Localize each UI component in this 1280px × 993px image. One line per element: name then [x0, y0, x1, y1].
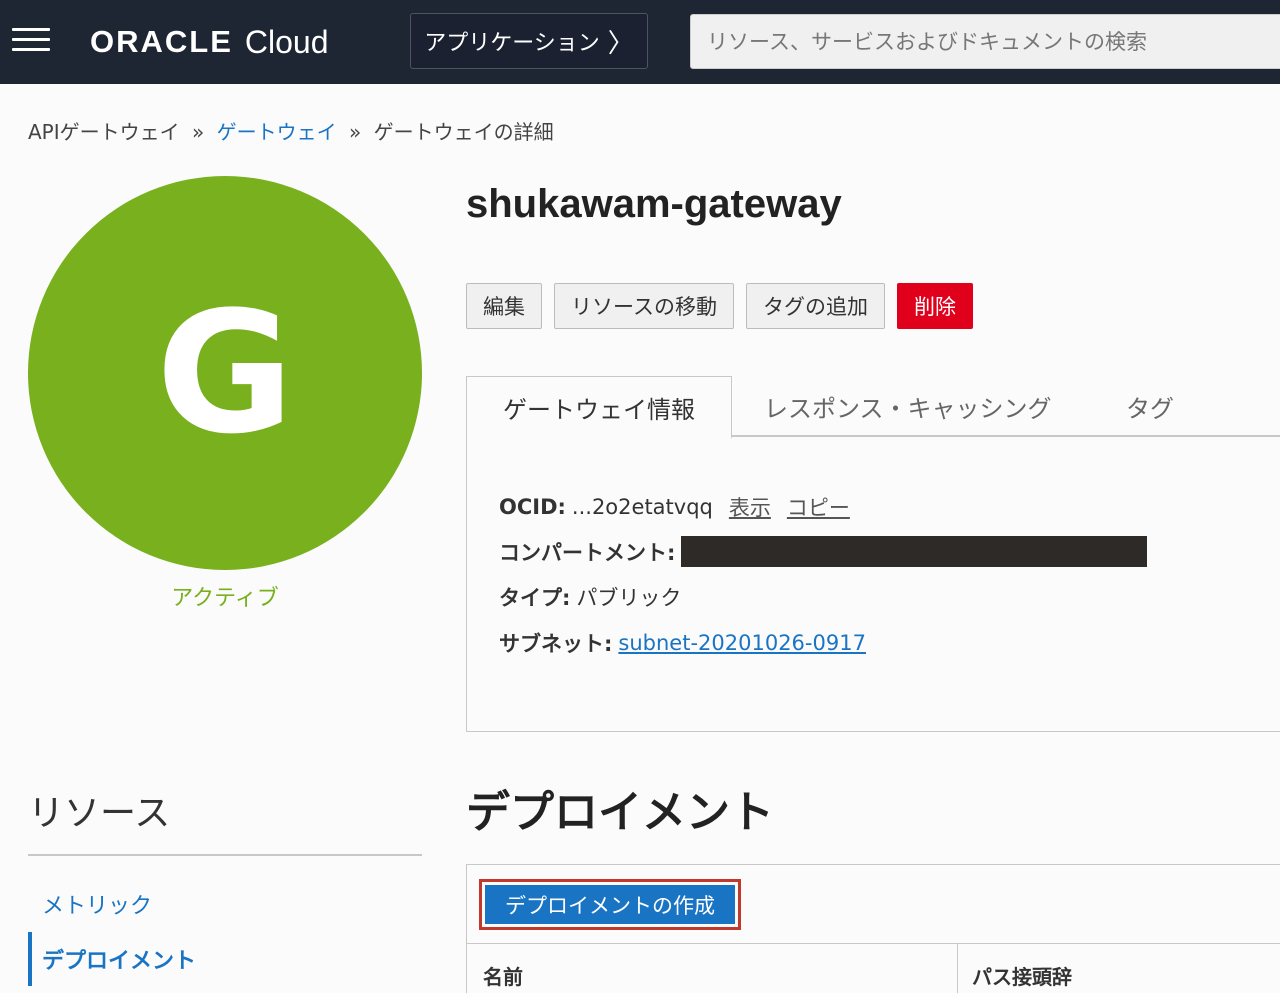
breadcrumb-item-gateway-details: ゲートウェイの詳細 [373, 120, 554, 144]
create-deployment-button[interactable]: デプロイメントの作成 [485, 885, 735, 924]
status-badge: アクティブ [171, 586, 279, 611]
sidebar-item-deployments[interactable]: デプロイメント [42, 943, 196, 975]
logo-cloud-text: Cloud [244, 23, 329, 60]
logo-oracle-text: ORACLE [90, 24, 233, 59]
type-value: パブリック [576, 586, 682, 610]
copy-ocid-link[interactable]: コピー [787, 492, 850, 522]
ocid-row: OCID: ...2o2etatvqq 表示 コピー [499, 492, 850, 522]
avatar-letter: G [156, 275, 294, 471]
applications-button[interactable]: アプリケーション 〉 [410, 13, 648, 69]
breadcrumb-separator: » [348, 120, 362, 144]
gateway-info-panel: OCID: ...2o2etatvqq 表示 コピー コンパートメント: タイプ… [466, 436, 1280, 732]
subnet-label: サブネット: [499, 632, 613, 656]
move-resource-button[interactable]: リソースの移動 [554, 283, 734, 329]
tab-gateway-info[interactable]: ゲートウェイ情報 [466, 376, 732, 439]
applications-label: アプリケーション [424, 31, 600, 56]
type-row: タイプ: パブリック [499, 582, 681, 612]
delete-button[interactable]: 削除 [896, 283, 973, 329]
resource-avatar: G [28, 176, 422, 570]
details-tabs: ゲートウェイ情報 レスポンス・キャッシング タグ [466, 376, 1280, 439]
resources-divider [28, 854, 422, 856]
column-header-name[interactable]: 名前 [483, 944, 523, 993]
breadcrumb-item-api-gateway: APIゲートウェイ [28, 120, 180, 144]
top-navigation-bar: ORACLE Cloud アプリケーション 〉 [0, 0, 1280, 84]
compartment-label: コンパートメント: [499, 540, 676, 565]
tab-tags[interactable]: タグ [1126, 376, 1174, 437]
compartment-redacted-value [681, 536, 1148, 567]
breadcrumb: APIゲートウェイ » ゲートウェイ » ゲートウェイの詳細 [28, 116, 554, 145]
ocid-value: ...2o2etatvqq [571, 495, 713, 519]
tab-response-caching[interactable]: レスポンス・キャッシング [764, 376, 1052, 437]
edit-button[interactable]: 編集 [466, 283, 542, 329]
breadcrumb-separator: » [192, 120, 205, 144]
action-toolbar: 編集 リソースの移動 タグの追加 削除 [466, 283, 973, 329]
ocid-label: OCID: [499, 495, 566, 519]
create-deployment-highlight: デプロイメントの作成 [479, 879, 741, 930]
subnet-row: サブネット: subnet-20201026-0917 [499, 628, 866, 658]
show-ocid-link[interactable]: 表示 [729, 492, 771, 522]
subnet-link[interactable]: subnet-20201026-0917 [618, 631, 866, 655]
hamburger-menu-icon[interactable] [12, 28, 50, 52]
sidebar-active-indicator [28, 932, 32, 986]
add-tag-button[interactable]: タグの追加 [745, 283, 885, 329]
deployments-heading: デプロイメント [466, 787, 774, 838]
sidebar-item-metrics[interactable]: メトリック [42, 888, 152, 920]
oracle-cloud-logo[interactable]: ORACLE Cloud [90, 20, 329, 64]
deployments-table-header: 名前 パス接頭辞 [467, 943, 1280, 993]
compartment-row: コンパートメント: [499, 536, 1148, 567]
search-input[interactable] [690, 14, 1280, 69]
resources-heading: リソース [28, 793, 171, 834]
column-header-path-prefix[interactable]: パス接頭辞 [957, 944, 1072, 993]
breadcrumb-link-gateways[interactable]: ゲートウェイ [217, 120, 337, 144]
type-label: タイプ: [499, 586, 571, 610]
deployments-panel: デプロイメントの作成 名前 パス接頭辞 [466, 864, 1280, 993]
chevron-right-icon: 〉 [607, 28, 634, 59]
page-title: shukawam-gateway [466, 182, 842, 226]
